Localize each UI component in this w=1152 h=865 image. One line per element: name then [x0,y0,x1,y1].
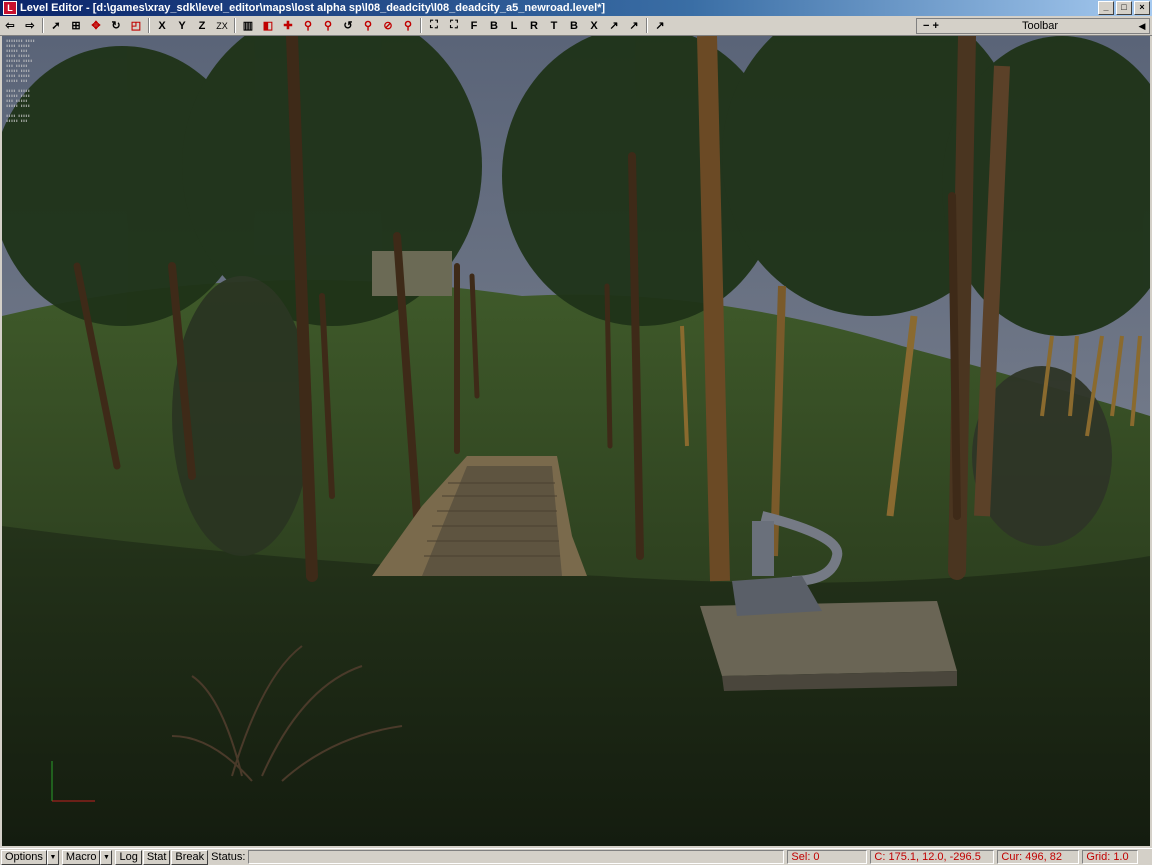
status-message [248,850,785,864]
maximize-button[interactable]: □ [1116,1,1132,15]
status-label: Status: [211,851,246,863]
toolbar-divider [234,18,236,33]
panel-title: Toolbar [1021,20,1059,32]
magnet-icon[interactable]: ⚲ [300,18,316,34]
macro-dropdown-icon[interactable]: ▼ [100,849,113,865]
log-button[interactable]: Log [115,849,142,865]
3d-viewport[interactable]: ▮▮▮▮▮▮▮ ▮▮▮▮ ▮▮▮▮ ▮▮▮▮▮ ▮▮▮▮▮ ▮▮▮ ▮▮▮▮ ▮▮▮▮… [2,36,1150,846]
window-title: Level Editor - [d:\games\xray_sdk\level_… [20,2,606,14]
status-bar: Options ▼ Macro ▼ Log Stat Break Status:… [0,848,1152,865]
snap-vertex-icon[interactable]: ⚲ [360,18,376,34]
panel-collapse-icon[interactable]: ◀ [1135,21,1149,32]
selection-count: Sel: 0 [787,850,868,864]
stat-button[interactable]: Stat [142,849,171,865]
toolbar-divider [148,18,150,33]
snap-object-icon[interactable]: ⚲ [320,18,336,34]
view-top-button[interactable]: T [546,18,562,34]
camera-free-icon[interactable]: ↗ [652,18,668,34]
select-tool-icon[interactable]: ➚ [48,18,64,34]
toolbar-panel-header[interactable]: − + Toolbar ◀ [916,18,1150,34]
render-stats-overlay: ▮▮▮▮▮▮▮ ▮▮▮▮ ▮▮▮▮ ▮▮▮▮▮ ▮▮▮▮▮ ▮▮▮ ▮▮▮▮ ▮▮▮▮… [6,38,35,123]
options-dropdown-icon[interactable]: ▼ [46,849,59,865]
close-button[interactable]: × [1134,1,1150,15]
camera-fly-icon[interactable]: ↗ [606,18,622,34]
zoom-selected-icon[interactable]: ⛶ [446,18,462,34]
move-tool-icon[interactable]: ✥ [88,18,104,34]
snap-normal-icon[interactable]: ⊘ [380,18,396,34]
snap-grid-icon[interactable]: ◧ [260,18,276,34]
undo-icon[interactable]: ⇦ [2,18,18,34]
toolbar-divider [420,18,422,33]
redo-icon[interactable]: ⇨ [22,18,38,34]
zoom-extents-icon[interactable]: ⛶ [426,18,442,34]
break-button[interactable]: Break [171,849,209,865]
view-back-button[interactable]: B [486,18,502,34]
axis-y-button[interactable]: Y [174,18,190,34]
minimize-button[interactable]: _ [1098,1,1114,15]
snap-move-icon[interactable]: ⚲ [400,18,416,34]
scene-render [2,36,1150,846]
view-bottom-button[interactable]: B [566,18,582,34]
rotate-tool-icon[interactable]: ↻ [108,18,124,34]
options-button[interactable]: Options [1,849,47,865]
camera-arc-icon[interactable]: ↗ [626,18,642,34]
snap-point-icon[interactable]: ✚ [280,18,296,34]
panel-controls[interactable]: − + [917,20,945,32]
view-left-button[interactable]: L [506,18,522,34]
view-front-button[interactable]: F [466,18,482,34]
add-object-icon[interactable]: ⊞ [68,18,84,34]
axis-zx-button[interactable]: ZX [214,18,230,34]
cursor-position: Cur: 496, 82 [997,850,1080,864]
view-reset-button[interactable]: X [586,18,602,34]
scale-tool-icon[interactable]: ◰ [128,18,144,34]
view-right-button[interactable]: R [526,18,542,34]
macro-button[interactable]: Macro [61,849,101,865]
rotate-snap-icon[interactable]: ↺ [340,18,356,34]
toolbar-divider [42,18,44,33]
csg-icon[interactable]: ▥ [240,18,256,34]
axis-z-button[interactable]: Z [194,18,210,34]
camera-coords: C: 175.1, 12.0, -296.5 [870,850,995,864]
toolbar-divider [646,18,648,33]
title-bar: L Level Editor - [d:\games\xray_sdk\leve… [0,0,1152,16]
app-icon: L [3,1,17,15]
grid-size: Grid: 1.0 [1082,850,1139,864]
axis-x-button[interactable]: X [154,18,170,34]
